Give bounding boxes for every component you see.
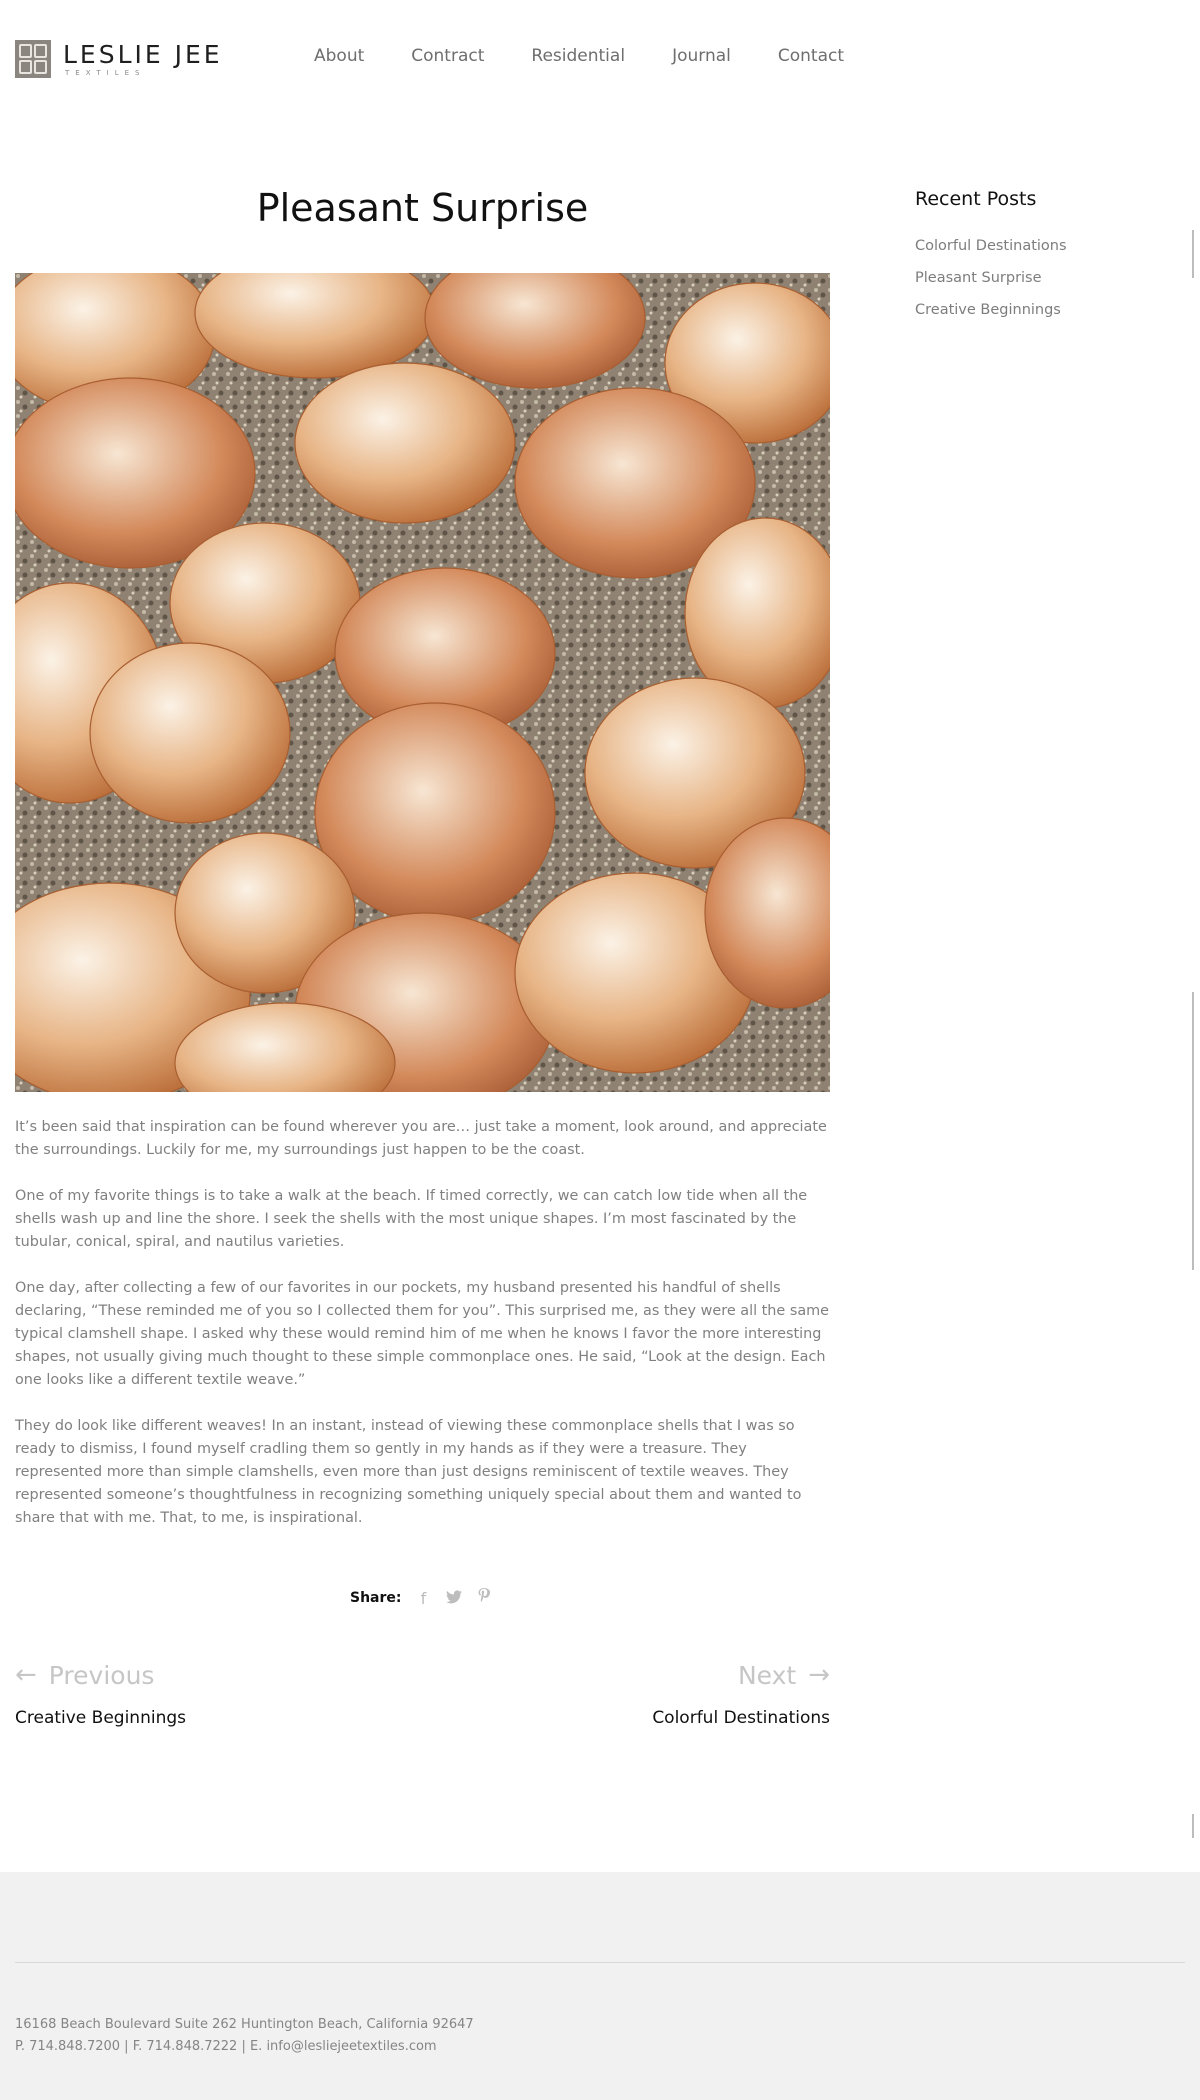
recent-posts-list: Colorful Destinations Pleasant Surprise … (915, 238, 1165, 318)
site-header: LESLIE JEE TEXTILES About Contract Resid… (0, 0, 1200, 118)
scrollbar-mark (1192, 1814, 1194, 1838)
paragraph-2: One of my favorite things is to take a w… (15, 1188, 808, 1250)
article-body: It’s been said that inspiration can be f… (15, 1116, 830, 1553)
arrow-right-icon: → (808, 1660, 830, 1690)
footer-phone-email: P. 714.848.7200 | F. 714.848.7222 | E. i… (15, 2039, 437, 2054)
footer-divider (15, 1962, 1185, 1963)
scrollbar-mark (1192, 230, 1194, 278)
nav-about[interactable]: About (314, 46, 364, 66)
main-nav: About Contract Residential Journal Conta… (314, 46, 844, 66)
share-bar: Share: f (350, 1588, 492, 1608)
recent-post-item[interactable]: Pleasant Surprise (915, 270, 1165, 286)
arrow-left-icon: ← (15, 1660, 37, 1690)
footer-address: 16168 Beach Boulevard Suite 262 Huntingt… (15, 2017, 474, 2032)
article-title: Pleasant Surprise (256, 186, 589, 230)
next-post-link[interactable]: Next → Colorful Destinations (652, 1660, 830, 1728)
next-head: Next → (652, 1660, 830, 1690)
brand-name: LESLIE JEE (63, 39, 223, 69)
paragraph-3: One day, after collecting a few of our f… (15, 1280, 830, 1388)
recent-posts-heading: Recent Posts (915, 188, 1037, 210)
paragraph-1: It’s been said that inspiration can be f… (15, 1119, 827, 1158)
nav-journal[interactable]: Journal (672, 46, 731, 66)
facebook-icon[interactable]: f (416, 1589, 432, 1608)
previous-head: ← Previous (15, 1660, 186, 1690)
scrollbar-mark (1192, 992, 1194, 1270)
share-label: Share: (350, 1590, 402, 1606)
paragraph-4: They do look like different weaves! In a… (15, 1418, 802, 1526)
footer-contact-info: 16168 Beach Boulevard Suite 262 Huntingt… (15, 2014, 474, 2058)
previous-post-link[interactable]: ← Previous Creative Beginnings (15, 1660, 186, 1728)
next-label: Next (737, 1660, 797, 1690)
nav-contract[interactable]: Contract (411, 46, 484, 66)
seashells-photo (15, 273, 830, 1092)
nav-contact[interactable]: Contact (778, 46, 844, 66)
site-footer: 16168 Beach Boulevard Suite 262 Huntingt… (0, 1872, 1200, 2100)
previous-post-title[interactable]: Creative Beginnings (15, 1708, 186, 1728)
logo-mark-icon (15, 40, 51, 78)
logo-text: LESLIE JEE TEXTILES (63, 42, 223, 77)
recent-post-item[interactable]: Colorful Destinations (915, 238, 1165, 254)
recent-post-item[interactable]: Creative Beginnings (915, 302, 1165, 318)
nav-residential[interactable]: Residential (531, 46, 625, 66)
twitter-icon[interactable] (445, 1589, 462, 1608)
brand-logo[interactable]: LESLIE JEE TEXTILES (15, 40, 223, 78)
hero-image (15, 273, 830, 1092)
next-post-title[interactable]: Colorful Destinations (652, 1708, 830, 1728)
pinterest-icon[interactable] (476, 1588, 492, 1608)
brand-sub: TEXTILES (65, 68, 146, 77)
previous-label: Previous (48, 1660, 155, 1690)
sidebar: Recent Posts Colorful Destinations Pleas… (915, 188, 1165, 334)
